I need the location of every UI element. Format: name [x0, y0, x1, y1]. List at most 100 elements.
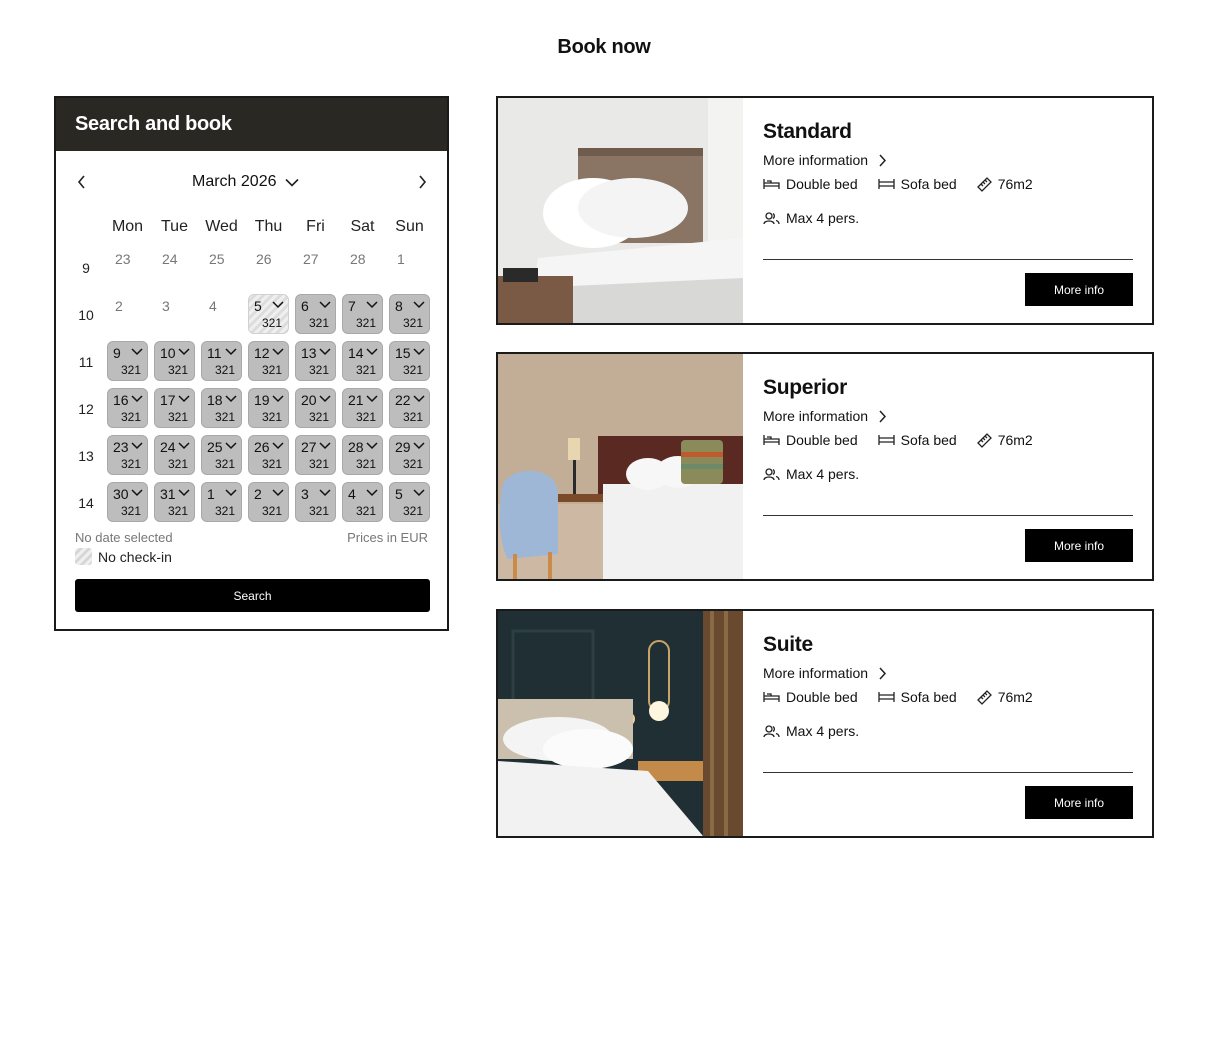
calendar-day[interactable]: 31 321	[154, 482, 195, 522]
day-number: 31	[160, 486, 176, 502]
calendar-day[interactable]: 23 321	[107, 435, 148, 475]
feature-area-label: 76m2	[997, 176, 1033, 192]
chevron-down-icon	[272, 489, 284, 497]
calendar-day[interactable]: 6 321	[295, 294, 336, 334]
calendar-day[interactable]: 8 321	[389, 294, 430, 334]
day-number: 10	[160, 345, 176, 361]
room-features: Double bed Sofa bed 76m2	[763, 176, 1033, 192]
day-number: 26	[254, 439, 270, 455]
calendar-day[interactable]: 12 321	[248, 341, 289, 381]
week-number: 14	[78, 495, 94, 511]
chevron-down-icon	[178, 489, 190, 497]
calendar-day[interactable]: 18 321	[201, 388, 242, 428]
calendar-day[interactable]: 21 321	[342, 388, 383, 428]
calendar-day-disabled: 1	[397, 251, 405, 267]
more-info-button[interactable]: More info	[1025, 529, 1133, 562]
feature-bed: Double bed	[763, 689, 858, 705]
ruler-icon	[976, 432, 992, 448]
calendar-day-disabled: 27	[303, 251, 319, 267]
calendar-day[interactable]: 7 321	[342, 294, 383, 334]
calendar-day[interactable]: 29 321	[389, 435, 430, 475]
feature-sofa-label: Sofa bed	[900, 432, 957, 448]
chevron-down-icon	[225, 395, 237, 403]
calendar-day[interactable]: 13 321	[295, 341, 336, 381]
next-month-button[interactable]	[410, 170, 434, 194]
day-number: 5	[254, 298, 262, 314]
calendar-day-no-checkin[interactable]: 5 321	[248, 294, 289, 334]
calendar-day[interactable]: 5 321	[389, 482, 430, 522]
bed-icon	[763, 692, 780, 702]
prev-month-button[interactable]	[70, 170, 94, 194]
more-info-button[interactable]: More info	[1025, 273, 1133, 306]
day-price: 321	[308, 316, 329, 330]
calendar-day[interactable]: 1 321	[201, 482, 242, 522]
calendar-day[interactable]: 28 321	[342, 435, 383, 475]
users-icon	[763, 211, 780, 224]
chevron-down-icon	[284, 178, 299, 187]
page-title: Book now	[557, 36, 651, 58]
calendar-day-disabled: 26	[256, 251, 272, 267]
day-price: 321	[355, 363, 376, 377]
day-number: 17	[160, 392, 176, 408]
day-number: 27	[301, 439, 317, 455]
day-number: 2	[254, 486, 262, 502]
legend-label: No check-in	[98, 548, 172, 565]
calendar-day[interactable]: 22 321	[389, 388, 430, 428]
feature-area: 76m2	[976, 689, 1033, 705]
calendar-day[interactable]: 25 321	[201, 435, 242, 475]
day-price: 321	[120, 363, 141, 377]
calendar-day[interactable]: 26 321	[248, 435, 289, 475]
search-button[interactable]: Search	[75, 579, 430, 612]
calendar-day[interactable]: 2 321	[248, 482, 289, 522]
day-price: 321	[308, 363, 329, 377]
more-information-link[interactable]: More information	[763, 408, 887, 424]
chevron-down-icon	[413, 301, 425, 309]
calendar-day-disabled: 23	[115, 251, 131, 267]
calendar-day[interactable]: 20 321	[295, 388, 336, 428]
feature-bed-label: Double bed	[786, 689, 858, 705]
room-card-suite: Suite More information Double bed Sofa b…	[496, 609, 1154, 838]
weekday-header: Thu	[254, 218, 283, 235]
more-information-link[interactable]: More information	[763, 152, 887, 168]
calendar-day[interactable]: 10 321	[154, 341, 195, 381]
calendar-day[interactable]: 9 321	[107, 341, 148, 381]
more-info-button[interactable]: More info	[1025, 786, 1133, 819]
chevron-down-icon	[319, 301, 331, 309]
day-price: 321	[308, 410, 329, 424]
day-price: 321	[261, 504, 282, 518]
week-number: 12	[78, 401, 94, 417]
day-price: 321	[402, 363, 423, 377]
calendar-day[interactable]: 16 321	[107, 388, 148, 428]
calendar-day[interactable]: 24 321	[154, 435, 195, 475]
calendar-day[interactable]: 14 321	[342, 341, 383, 381]
calendar-day[interactable]: 11 321	[201, 341, 242, 381]
divider	[763, 259, 1133, 260]
day-price: 321	[167, 457, 188, 471]
month-select[interactable]: March 2026	[192, 173, 299, 191]
day-price: 321	[308, 457, 329, 471]
chevron-down-icon	[225, 348, 237, 356]
calendar-day[interactable]: 27 321	[295, 435, 336, 475]
chevron-right-icon	[879, 666, 887, 680]
sofa-bed-icon	[877, 692, 895, 702]
calendar-day[interactable]: 30 321	[107, 482, 148, 522]
calendar-day[interactable]: 15 321	[389, 341, 430, 381]
booking-widget: Search and book March 2026 Mon Tue Wed Thu F…	[54, 96, 449, 631]
feature-area: 76m2	[976, 432, 1033, 448]
feature-area: 76m2	[976, 176, 1033, 192]
calendar-day[interactable]: 4 321	[342, 482, 383, 522]
day-price: 321	[308, 504, 329, 518]
chevron-down-icon	[272, 442, 284, 450]
more-information-link[interactable]: More information	[763, 665, 887, 681]
calendar-day[interactable]: 3 321	[295, 482, 336, 522]
chevron-down-icon	[178, 442, 190, 450]
day-price: 321	[167, 504, 188, 518]
chevron-down-icon	[366, 489, 378, 497]
calendar-day[interactable]: 19 321	[248, 388, 289, 428]
max-guests-label: Max 4 pers.	[786, 210, 860, 226]
calendar-day[interactable]: 17 321	[154, 388, 195, 428]
room-title: Suite	[763, 633, 813, 656]
feature-bed: Double bed	[763, 176, 858, 192]
day-number: 8	[395, 298, 403, 314]
room-title: Superior	[763, 376, 847, 399]
